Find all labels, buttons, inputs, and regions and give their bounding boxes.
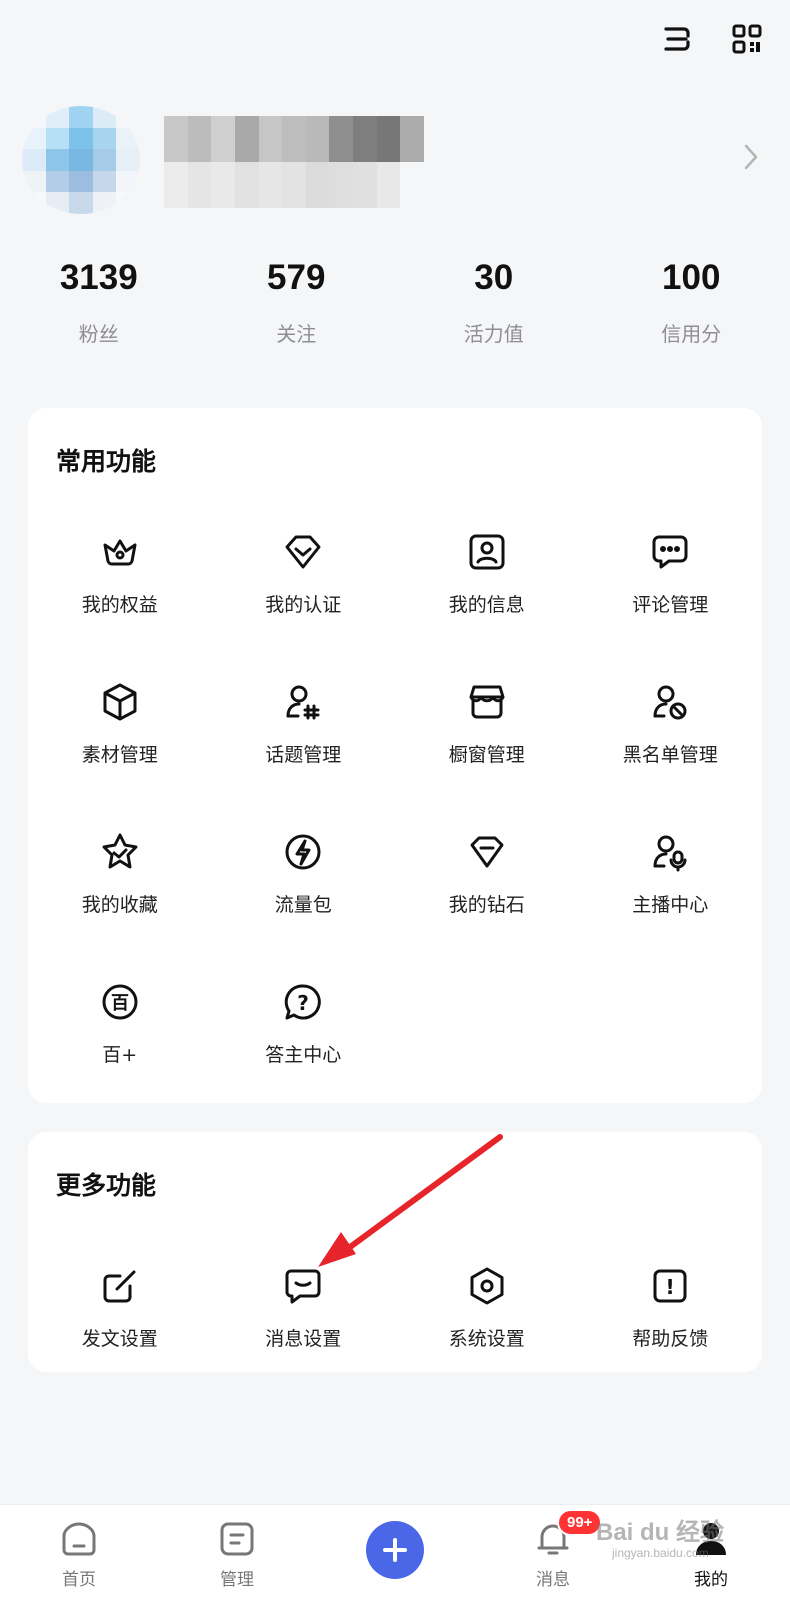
badge-check-icon <box>281 530 325 574</box>
watermark-url: jingyan.baidu.com <box>612 1546 709 1560</box>
tab-label: 管理 <box>220 1570 254 1590</box>
tab-create[interactable] <box>316 1505 474 1600</box>
stat-value: 100 <box>662 258 721 297</box>
username-redacted <box>164 116 424 208</box>
tab-label: 首页 <box>62 1570 96 1590</box>
tab-label: 消息 <box>536 1570 570 1590</box>
menu-item-label: 百+ <box>102 1044 138 1066</box>
menu-item-label: 答主中心 <box>265 1044 342 1066</box>
menu-item-blacklist-management[interactable]: 黑名单管理 <box>579 666 763 816</box>
stat-label: 信用分 <box>661 322 722 346</box>
cube-icon <box>98 680 142 724</box>
menu-item-topic-management[interactable]: 话题管理 <box>212 666 396 816</box>
menu-item-label: 黑名单管理 <box>622 744 718 766</box>
menu-item-label: 我的认证 <box>265 594 342 616</box>
menu-item-label: 系统设置 <box>448 1328 525 1350</box>
profile-header[interactable] <box>22 100 768 220</box>
menu-item-label: 我的信息 <box>448 594 525 616</box>
menu-item-label: 我的权益 <box>81 594 158 616</box>
profile-card-icon <box>465 530 509 574</box>
menu-item-my-favorites[interactable]: 我的收藏 <box>28 816 212 966</box>
menu-item-label: 消息设置 <box>265 1328 342 1350</box>
menu-item-label: 话题管理 <box>265 744 342 766</box>
menu-item-post-settings[interactable]: 发文设置 <box>28 1250 212 1400</box>
menu-item-label: 发文设置 <box>81 1328 158 1350</box>
scan-icon[interactable] <box>660 22 694 56</box>
diamond-icon <box>465 830 509 874</box>
menu-item-showcase-management[interactable]: 橱窗管理 <box>395 666 579 816</box>
chevron-right-icon[interactable] <box>740 142 762 172</box>
watermark: Bai du 经验 <box>596 1519 725 1546</box>
menu-item-label: 评论管理 <box>632 594 709 616</box>
user-hashtag-icon <box>281 680 325 724</box>
menu-item-message-settings[interactable]: 消息设置 <box>212 1250 396 1400</box>
menu-item-label: 流量包 <box>274 894 332 916</box>
crown-icon <box>98 530 142 574</box>
menu-item-bai-plus[interactable]: 百 百+ <box>28 966 212 1116</box>
manage-icon <box>217 1519 257 1559</box>
stat-fans[interactable]: 3139 粉丝 <box>0 258 198 347</box>
bai-plus-glyph: 百 <box>111 993 129 1014</box>
home-icon <box>59 1519 99 1559</box>
tab-label: 我的 <box>694 1570 728 1590</box>
section-title: 常用功能 <box>56 447 157 476</box>
menu-item-my-info[interactable]: 我的信息 <box>395 516 579 666</box>
menu-item-answerer-center[interactable]: ? 答主中心 <box>212 966 396 1116</box>
stats-row: 3139 粉丝 579 关注 30 活力值 100 信用分 <box>0 258 790 347</box>
stat-label: 关注 <box>276 322 317 346</box>
menu-item-label: 我的钻石 <box>448 894 525 916</box>
section-title: 更多功能 <box>56 1171 157 1200</box>
stat-label: 活力值 <box>463 322 524 346</box>
top-bar <box>660 22 764 56</box>
stat-value: 3139 <box>59 258 138 297</box>
menu-item-streamer-center[interactable]: 主播中心 <box>579 816 763 966</box>
menu-item-help-feedback[interactable]: ! 帮助反馈 <box>579 1250 763 1400</box>
tab-manage[interactable]: 管理 <box>158 1505 316 1600</box>
plus-icon <box>366 1521 424 1579</box>
star-check-icon <box>98 830 142 874</box>
bai-plus-icon: 百 <box>98 980 142 1024</box>
menu-item-material-management[interactable]: 素材管理 <box>28 666 212 816</box>
stat-credit[interactable]: 100 信用分 <box>593 258 790 347</box>
menu-item-my-rights[interactable]: 我的权益 <box>28 516 212 666</box>
question-glyph: ? <box>297 991 309 1015</box>
common-functions-card: 常用功能 我的权益 我的认证 我的信息 评论管理 素材管理 话题管理 橱窗管理 <box>28 408 762 1103</box>
avatar[interactable] <box>22 106 140 214</box>
menu-item-comment-management[interactable]: 评论管理 <box>579 516 763 666</box>
menu-item-label: 帮助反馈 <box>632 1328 709 1350</box>
edit-square-icon <box>98 1264 142 1308</box>
hex-settings-icon <box>465 1264 509 1308</box>
menu-item-label: 我的收藏 <box>81 894 158 916</box>
menu-item-label: 主播中心 <box>632 894 709 916</box>
menu-item-traffic-pack[interactable]: 流量包 <box>212 816 396 966</box>
storefront-icon <box>465 680 509 724</box>
comment-icon <box>648 530 692 574</box>
menu-item-my-certification[interactable]: 我的认证 <box>212 516 396 666</box>
menu-item-label: 素材管理 <box>81 744 158 766</box>
menu-item-label: 橱窗管理 <box>448 744 525 766</box>
exclamation-square-icon: ! <box>648 1264 692 1308</box>
stat-value: 579 <box>267 258 326 297</box>
stat-value: 30 <box>474 258 514 297</box>
stat-label: 粉丝 <box>78 322 119 346</box>
user-block-icon <box>648 680 692 724</box>
question-bubble-icon: ? <box>281 980 325 1024</box>
exclamation-glyph: ! <box>666 1275 675 1299</box>
message-icon <box>281 1264 325 1308</box>
menu-item-my-diamonds[interactable]: 我的钻石 <box>395 816 579 966</box>
more-functions-card: 更多功能 发文设置 消息设置 系统设置 ! 帮助反馈 <box>28 1132 762 1372</box>
user-mic-icon <box>648 830 692 874</box>
menu-item-system-settings[interactable]: 系统设置 <box>395 1250 579 1400</box>
lightning-icon <box>281 830 325 874</box>
qr-code-icon[interactable] <box>730 22 764 56</box>
stat-vitality[interactable]: 30 活力值 <box>395 258 593 347</box>
stat-following[interactable]: 579 关注 <box>198 258 396 347</box>
tab-home[interactable]: 首页 <box>0 1505 158 1600</box>
